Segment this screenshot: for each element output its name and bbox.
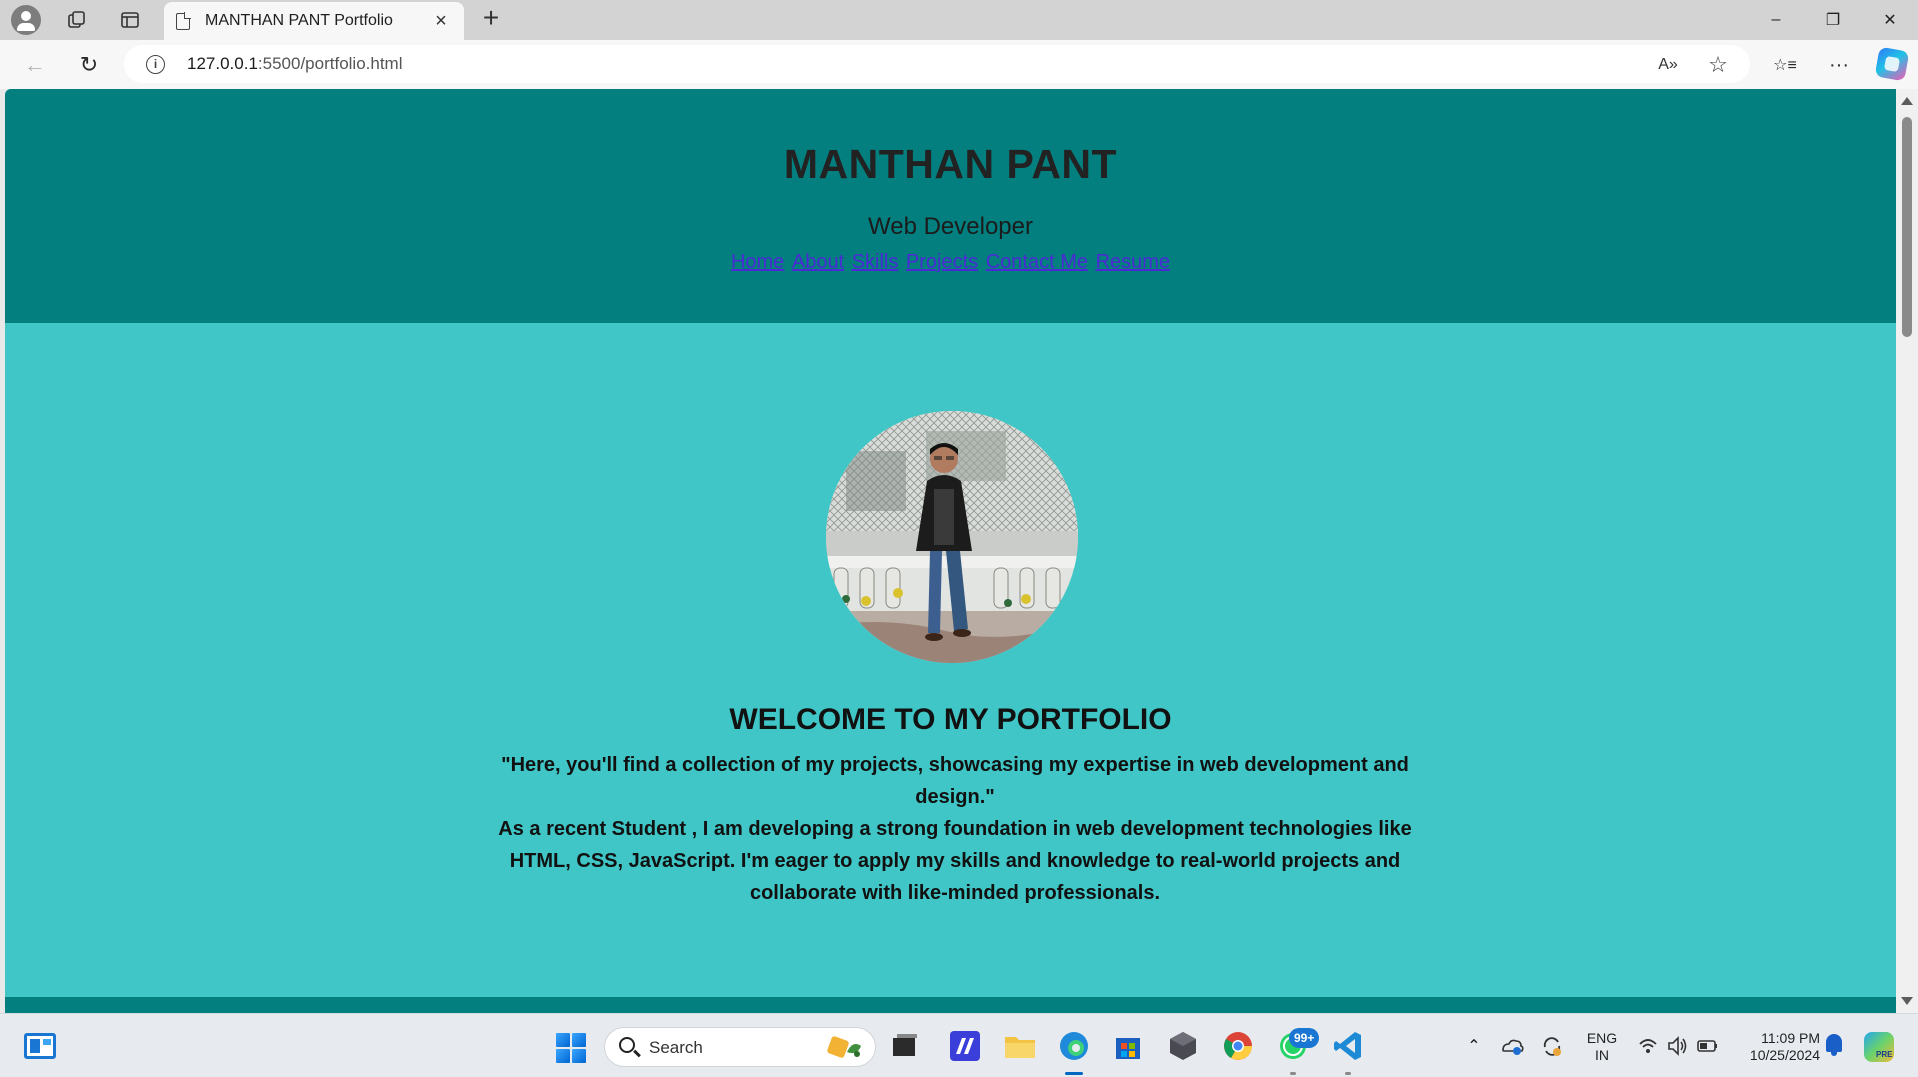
onedrive-icon[interactable] [1500, 1032, 1524, 1060]
nav-link-skills[interactable]: Skills [852, 251, 899, 273]
favorites-icon[interactable]: ☆≡ [1768, 48, 1802, 82]
chevron-up-icon[interactable]: ⌃ [1464, 1032, 1484, 1060]
site-subtitle: Web Developer [868, 213, 1033, 240]
page-icon [176, 12, 191, 30]
scroll-down-arrow-icon[interactable] [1901, 997, 1913, 1005]
site-info-icon[interactable]: i [146, 55, 165, 74]
url-text[interactable]: 127.0.0.1:5500/portfolio.html [187, 54, 403, 74]
nav-link-resume[interactable]: Resume [1096, 251, 1170, 273]
start-button[interactable] [556, 1033, 586, 1063]
tab-close-button[interactable]: × [428, 8, 454, 34]
tab-title: MANTHAN PANT Portfolio [205, 12, 393, 29]
battery-icon[interactable] [1696, 1032, 1720, 1060]
sync-icon[interactable] [1540, 1032, 1564, 1060]
profile-icon[interactable] [11, 5, 41, 35]
intro-paragraph: As a recent Student , I am developing a … [498, 818, 1412, 904]
file-explorer-icon[interactable] [1002, 1028, 1038, 1064]
minimize-button[interactable]: – [1748, 0, 1804, 40]
nav-link-contact[interactable]: Contact Me [986, 251, 1088, 273]
volume-icon[interactable] [1666, 1032, 1688, 1060]
back-button[interactable]: ← [18, 48, 52, 82]
edge-browser-icon[interactable] [1056, 1028, 1092, 1064]
nav-link-projects[interactable]: Projects [906, 251, 978, 273]
more-options-icon[interactable]: ··· [1822, 48, 1856, 82]
address-bar[interactable]: i 127.0.0.1:5500/portfolio.html A» ☆ [124, 45, 1750, 83]
wifi-icon[interactable] [1638, 1032, 1658, 1060]
whatsapp-badge: 99+ [1289, 1028, 1320, 1048]
page-viewport: MANTHAN PANT Web Developer Home About Sk… [5, 89, 1896, 1013]
edge-active-indicator [1065, 1072, 1083, 1075]
widgets-icon[interactable] [24, 1033, 56, 1059]
profile-photo [826, 411, 1078, 663]
system-clock[interactable]: 11:09 PM 10/25/2024 [1730, 1030, 1820, 1064]
whatsapp-running-indicator [1290, 1072, 1296, 1075]
search-icon [619, 1037, 635, 1053]
close-window-button[interactable]: ✕ [1862, 0, 1918, 40]
reload-button[interactable]: ↻ [72, 48, 106, 82]
search-label: Search [649, 1038, 703, 1057]
site-title: MANTHAN PANT [783, 141, 1118, 187]
taskbar-search[interactable]: Search [604, 1027, 876, 1067]
scroll-up-arrow-icon[interactable] [1901, 97, 1913, 105]
search-highlight-icon [827, 1036, 861, 1058]
task-view-icon[interactable] [887, 1028, 923, 1064]
chrome-icon[interactable] [1220, 1028, 1256, 1064]
welcome-heading: WELCOME TO MY PORTFOLIO [729, 703, 1172, 736]
workspaces-icon[interactable] [62, 5, 92, 35]
intro-quote: "Here, you'll find a collection of my pr… [501, 754, 1409, 808]
vscode-icon[interactable] [1330, 1028, 1366, 1064]
nav-link-about[interactable]: About [792, 251, 844, 273]
new-tab-button[interactable]: + [476, 4, 506, 34]
restore-button[interactable]: ❐ [1805, 0, 1861, 40]
app-icon[interactable] [947, 1028, 983, 1064]
footer-strip [5, 997, 1896, 1013]
active-tab[interactable]: MANTHAN PANT Portfolio × [164, 2, 464, 40]
windows-taskbar: Search 99+ ⌃ ENG IN 11:09 PM 10/25/2024 … [0, 1013, 1918, 1077]
copilot-icon[interactable] [1874, 46, 1910, 82]
read-aloud-icon[interactable]: A» [1654, 51, 1682, 79]
browser-toolbar: ← ↻ i 127.0.0.1:5500/portfolio.html A» ☆… [0, 40, 1918, 89]
nav-link-home[interactable]: Home [731, 251, 784, 273]
notification-bell-icon[interactable] [1826, 1034, 1842, 1056]
language-indicator[interactable]: ENG IN [1585, 1030, 1619, 1064]
page-scrollbar[interactable] [1896, 89, 1918, 1013]
app-cube-icon[interactable] [1165, 1028, 1201, 1064]
site-header: MANTHAN PANT Web Developer Home About Sk… [5, 89, 1896, 323]
tab-bar: MANTHAN PANT Portfolio × + – ❐ ✕ [0, 0, 1918, 40]
site-nav: Home About Skills Projects Contact Me Re… [5, 251, 1896, 274]
intro-text: "Here, you'll find a collection of my pr… [485, 749, 1425, 909]
scrollbar-thumb[interactable] [1902, 117, 1912, 337]
tab-actions-icon[interactable] [115, 5, 145, 35]
microsoft-store-icon[interactable] [1110, 1028, 1146, 1064]
vscode-running-indicator [1345, 1072, 1351, 1075]
copilot-taskbar-icon[interactable] [1864, 1032, 1894, 1062]
favorite-star-icon[interactable]: ☆ [1704, 51, 1732, 79]
